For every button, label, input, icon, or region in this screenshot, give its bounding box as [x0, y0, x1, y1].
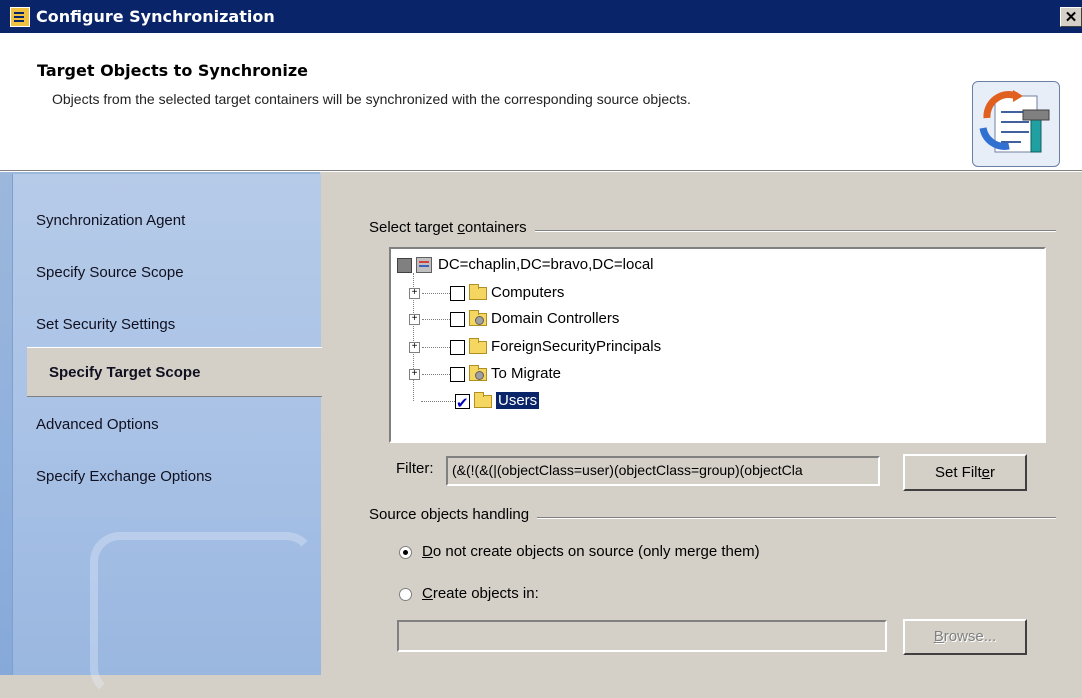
wizard-logo-icon: [972, 81, 1060, 167]
fsp-checkbox[interactable]: [450, 339, 465, 355]
expand-icon[interactable]: +: [409, 313, 420, 325]
domain-icon: [416, 257, 432, 274]
expand-icon[interactable]: +: [409, 287, 420, 299]
step-set-security-settings[interactable]: Set Security Settings: [36, 300, 320, 350]
tree-item-users[interactable]: Users: [421, 389, 541, 415]
users-label: Users: [494, 391, 541, 410]
step-specify-exchange-options[interactable]: Specify Exchange Options: [36, 452, 320, 502]
computers-checkbox[interactable]: [450, 285, 465, 301]
fsp-label: ForeignSecurityPrincipals: [491, 338, 662, 355]
step-specify-source-scope[interactable]: Specify Source Scope: [36, 248, 320, 298]
folder-icon: [469, 283, 487, 300]
containers-tree[interactable]: DC=chaplin,DC=bravo,DC=local + Computers …: [389, 247, 1046, 443]
ou-folder-icon: [469, 309, 487, 326]
create-objects-path-field[interactable]: [397, 620, 887, 652]
step-synchronization-agent[interactable]: Synchronization Agent: [36, 196, 320, 246]
to-migrate-checkbox[interactable]: [450, 366, 465, 382]
tree-item-computers[interactable]: + Computers: [409, 281, 564, 305]
folder-icon: [474, 391, 492, 408]
root-label: DC=chaplin,DC=bravo,DC=local: [438, 256, 654, 273]
containers-group-title: Select target containers: [369, 219, 535, 236]
step-advanced-options[interactable]: Advanced Options: [36, 400, 320, 450]
title-bar: Configure Synchronization ✕: [0, 0, 1082, 33]
ou-folder-icon: [469, 364, 487, 381]
radio-create-objects-in-indicator[interactable]: [399, 587, 412, 601]
page-title: Target Objects to Synchronize: [37, 61, 309, 80]
tree-item-to-migrate[interactable]: + To Migrate: [409, 362, 561, 386]
radio-do-not-create-indicator[interactable]: [399, 545, 412, 559]
domain-controllers-checkbox[interactable]: [450, 311, 465, 327]
source-group-title: Source objects handling: [369, 506, 538, 523]
filter-label: Filter:: [396, 460, 434, 477]
sidebar-watermark-icon: [90, 532, 316, 698]
browse-button[interactable]: Browse...: [903, 619, 1027, 655]
users-checkbox[interactable]: [455, 391, 470, 415]
radio-create-objects-in[interactable]: Create objects in:: [399, 583, 539, 605]
app-icon: [10, 6, 30, 27]
root-checkbox[interactable]: [397, 257, 412, 273]
wizard-steps-sidebar: Synchronization Agent Specify Source Sco…: [0, 172, 322, 698]
page-description: Objects from the selected target contain…: [52, 91, 691, 107]
domain-controllers-label: Domain Controllers: [491, 310, 620, 327]
radio-do-not-create[interactable]: Do not create objects on source (only me…: [399, 541, 760, 563]
expand-icon[interactable]: +: [409, 368, 420, 380]
window-title: Configure Synchronization: [36, 7, 275, 26]
expand-icon[interactable]: +: [409, 341, 420, 353]
wizard-header: Target Objects to Synchronize Objects fr…: [0, 33, 1082, 170]
to-migrate-label: To Migrate: [491, 365, 562, 382]
close-button[interactable]: ✕: [1060, 7, 1082, 27]
set-filter-button[interactable]: Set Filter: [903, 454, 1027, 491]
tree-item-domain-controllers[interactable]: + Domain Controllers: [409, 307, 619, 331]
filter-field[interactable]: (&(!(&(|(objectClass=user)(objectClass=g…: [446, 456, 880, 486]
folder-icon: [469, 337, 487, 354]
tree-root[interactable]: DC=chaplin,DC=bravo,DC=local: [397, 253, 654, 277]
step-specify-target-scope[interactable]: Specify Target Scope: [27, 347, 322, 397]
computers-label: Computers: [491, 284, 565, 301]
tree-item-foreign-security-principals[interactable]: + ForeignSecurityPrincipals: [409, 335, 661, 359]
